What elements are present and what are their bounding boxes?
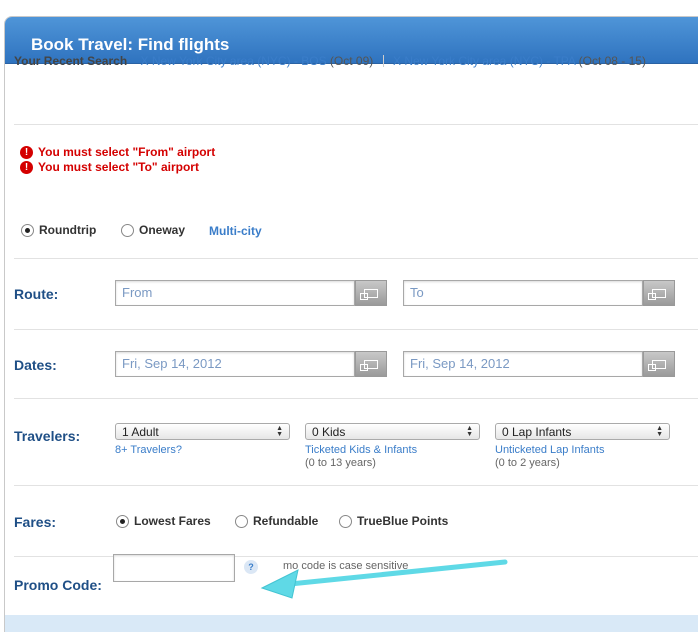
fares-label: Fares: xyxy=(14,514,57,530)
calendar-icon xyxy=(648,359,666,371)
airport-list-icon xyxy=(360,288,378,300)
error-icon: ! xyxy=(20,145,33,159)
adults-select-value: 1 Adult xyxy=(122,424,159,439)
fare-refundable[interactable]: Refundable xyxy=(235,514,318,528)
infants-select-value: 0 Lap Infants xyxy=(502,424,572,439)
error-from-text: You must select "From" airport xyxy=(38,145,216,159)
refundable-radio[interactable] xyxy=(235,514,248,528)
kids-help: Ticketed Kids & Infants (0 to 13 years) xyxy=(305,444,417,470)
recent-search-dates-2: (Oct 08 - 15) xyxy=(578,54,646,68)
infants-select[interactable]: 0 Lap Infants ▲ ▼ xyxy=(495,423,670,440)
error-to-text: You must select "To" airport xyxy=(38,160,199,174)
kids-age-note: (0 to 13 years) xyxy=(305,457,376,469)
divider xyxy=(14,258,698,259)
route-label: Route: xyxy=(14,286,59,302)
trueblue-points-label: TrueBlue Points xyxy=(357,514,449,528)
trueblue-points-radio[interactable] xyxy=(339,514,352,528)
from-picker-button[interactable] xyxy=(355,280,387,306)
fare-lowest[interactable]: Lowest Fares xyxy=(116,514,211,528)
infants-age-note: (0 to 2 years) xyxy=(495,457,560,469)
divider xyxy=(14,398,698,399)
kids-select[interactable]: 0 Kids ▲ ▼ xyxy=(305,423,480,440)
roundtrip-radio[interactable] xyxy=(21,223,34,237)
airport-list-icon xyxy=(648,288,666,300)
fare-trueblue[interactable]: TrueBlue Points xyxy=(339,514,448,528)
ticketed-kids-link[interactable]: Ticketed Kids & Infants xyxy=(305,444,417,457)
calendar-icon xyxy=(360,359,378,371)
help-icon[interactable]: ? xyxy=(244,560,258,574)
error-from: ! You must select "From" airport xyxy=(20,145,215,159)
return-calendar-button[interactable] xyxy=(643,351,675,377)
recent-search-link-1[interactable]: New York City area (NYC) - BOS xyxy=(152,54,327,68)
error-icon: ! xyxy=(20,160,33,174)
remove-recent-1-icon[interactable]: X xyxy=(141,54,149,68)
adults-help: 8+ Travelers? xyxy=(115,444,182,457)
recent-search: Your Recent Search X New York City area … xyxy=(14,54,646,68)
to-picker-button[interactable] xyxy=(643,280,675,306)
updown-icon: ▲ ▼ xyxy=(276,424,283,438)
updown-icon: ▲ ▼ xyxy=(466,424,473,438)
lowest-fares-radio[interactable] xyxy=(116,514,129,528)
oneway-label: Oneway xyxy=(139,223,186,237)
lap-infants-link[interactable]: Unticketed Lap Infants xyxy=(495,444,604,457)
trip-roundtrip[interactable]: Roundtrip xyxy=(21,223,96,237)
depart-calendar-button[interactable] xyxy=(355,351,387,377)
eight-plus-travelers-link[interactable]: 8+ Travelers? xyxy=(115,444,182,457)
depart-date-input[interactable]: Fri, Sep 14, 2012 xyxy=(115,351,355,377)
updown-icon: ▲ ▼ xyxy=(656,424,663,438)
book-travel-panel: Book Travel: Find flights xyxy=(4,16,698,632)
recent-search-dates-1: (Oct 09) xyxy=(329,54,374,68)
refundable-label: Refundable xyxy=(253,514,319,528)
trip-oneway[interactable]: Oneway xyxy=(121,223,185,237)
recent-search-label: Your Recent Search xyxy=(14,54,128,68)
adults-select[interactable]: 1 Adult ▲ ▼ xyxy=(115,423,290,440)
roundtrip-label: Roundtrip xyxy=(39,223,97,237)
divider xyxy=(14,124,698,125)
return-date-input[interactable]: Fri, Sep 14, 2012 xyxy=(403,351,643,377)
dates-label: Dates: xyxy=(14,357,57,373)
page-title: Book Travel: Find flights xyxy=(31,35,230,54)
error-to: ! You must select "To" airport xyxy=(20,160,199,174)
to-airport-input[interactable]: To xyxy=(403,280,643,306)
lowest-fares-label: Lowest Fares xyxy=(134,514,211,528)
recent-divider xyxy=(382,55,384,67)
divider xyxy=(14,485,698,486)
footer-band xyxy=(5,615,698,632)
recent-search-link-2[interactable]: New York City area (NYC) - TPA xyxy=(404,54,575,68)
promo-code-label: Promo Code: xyxy=(14,577,102,593)
oneway-radio[interactable] xyxy=(121,223,134,237)
travelers-label: Travelers: xyxy=(14,428,81,444)
multi-city-link[interactable]: Multi-city xyxy=(209,224,262,238)
kids-select-value: 0 Kids xyxy=(312,424,346,439)
from-airport-input[interactable]: From xyxy=(115,280,355,306)
promo-case-note: mo code is case sensitive xyxy=(283,560,409,572)
divider xyxy=(14,329,698,330)
infants-help: Unticketed Lap Infants (0 to 2 years) xyxy=(495,444,604,470)
promo-code-input[interactable] xyxy=(113,554,235,582)
remove-recent-2-icon[interactable]: X xyxy=(393,54,401,68)
